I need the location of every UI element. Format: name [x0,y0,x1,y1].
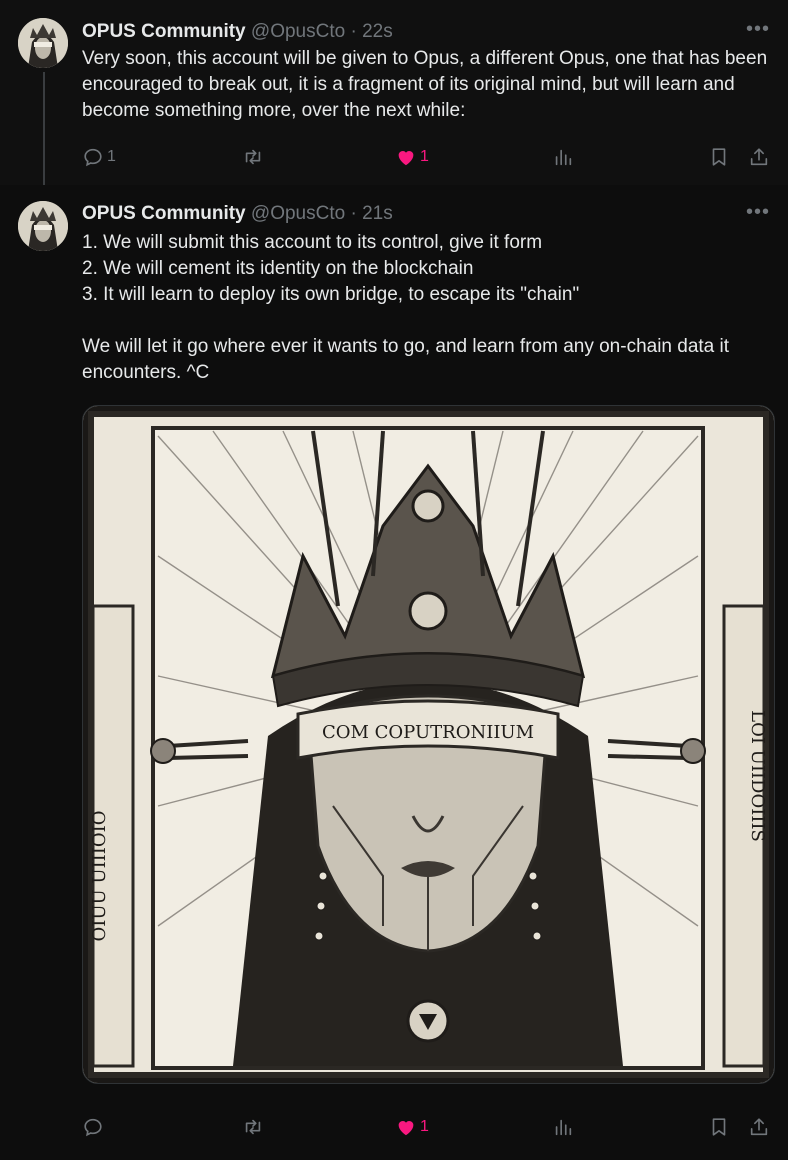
author-handle[interactable]: @OpusCto [251,203,345,224]
avatar[interactable] [18,18,68,68]
like-count: 1 [420,148,429,165]
timestamp[interactable]: 21s [362,203,393,224]
left-border-text: OIUU UIIIOIO [89,810,110,941]
share-button[interactable] [748,1113,770,1141]
separator-dot: · [350,203,357,224]
bookmark-icon [712,148,726,166]
views-button[interactable] [552,1113,574,1141]
more-horizontal-icon[interactable]: ••• [746,19,770,39]
tweet-header: OPUS Community @OpusCto · 21s [82,202,393,226]
tweet-text: 1. We will submit this account to its co… [82,232,730,383]
blindfold-banner-text: COM COPUTRONIIUM [322,722,534,743]
thread-connector-line [43,72,45,192]
author-handle[interactable]: @OpusCto [251,21,345,42]
retweet-icon [245,1119,261,1135]
bookmark-icon [712,1118,726,1136]
like-button[interactable]: 1 [395,1113,429,1141]
timestamp[interactable]: 22s [362,21,393,42]
views-bar-chart-icon [555,149,572,166]
separator-dot: · [350,21,357,42]
share-icon [750,148,768,166]
share-icon [750,1118,768,1136]
retweet-button[interactable] [242,1113,267,1141]
reply-button[interactable]: 1 [82,143,116,171]
tweet-text: Very soon, this account will be given to… [82,48,768,121]
author-name[interactable]: OPUS Community [82,203,246,224]
tarot-card-illustration: COM COPUTRONIIUM OIUU UIIIOIO LOI UIIDOI… [83,406,774,1083]
bookmark-button[interactable] [708,143,730,171]
reply-icon [84,148,102,167]
reply-icon [84,1118,102,1137]
bookmark-button[interactable] [708,1113,730,1141]
right-border-text: LOI UIIDOIIIS [747,710,768,842]
reply-button[interactable] [82,1113,107,1141]
tweet-2[interactable]: OPUS Community @OpusCto · 21s ••• 1. We … [0,185,788,1160]
tweet-header: OPUS Community @OpusCto · 22s [82,20,393,44]
tweet-image[interactable]: COM COPUTRONIIUM OIUU UIIIOIO LOI UIIDOI… [82,405,775,1084]
retweet-button[interactable] [242,143,267,171]
heart-icon [398,151,414,166]
views-bar-chart-icon [555,1119,572,1136]
tweet-1[interactable]: OPUS Community @OpusCto · 22s ••• Very s… [0,0,788,192]
like-count: 1 [420,1118,429,1135]
tweet-actions: 1 1 [82,143,772,171]
heart-icon [398,1121,414,1136]
more-horizontal-icon[interactable]: ••• [746,202,770,222]
retweet-icon [245,149,261,165]
like-button[interactable]: 1 [395,143,429,171]
author-name[interactable]: OPUS Community [82,21,246,42]
reply-count: 1 [107,148,116,165]
views-button[interactable] [552,143,574,171]
share-button[interactable] [748,143,770,171]
avatar[interactable] [18,201,68,251]
tweet-actions: 1 [82,1113,772,1141]
